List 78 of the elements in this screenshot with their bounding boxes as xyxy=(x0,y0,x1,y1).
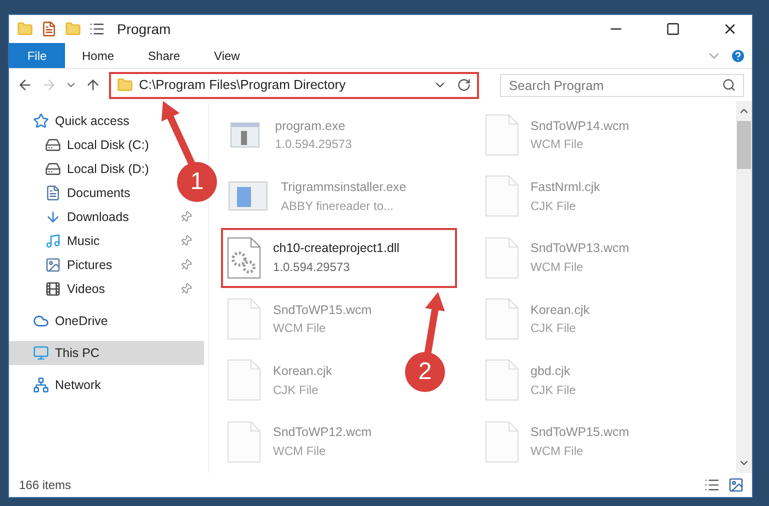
music-note-icon xyxy=(45,233,61,249)
file-name: ch10-createproject1.dll xyxy=(273,240,400,258)
file-name: Korean.cjk xyxy=(273,362,332,380)
ribbon-tab[interactable]: Share xyxy=(131,43,198,68)
ribbon-tab[interactable]: View xyxy=(197,43,257,68)
file-detail: ABBY finereader to... xyxy=(281,198,395,215)
file-name: FastNrml.cjk xyxy=(530,178,600,196)
up-icon[interactable] xyxy=(85,77,101,93)
large-icons-view-icon[interactable] xyxy=(728,477,744,493)
search-icon[interactable] xyxy=(722,78,736,92)
star-icon xyxy=(33,113,49,129)
sidebar-item[interactable]: Music xyxy=(45,232,100,250)
ribbon-tab[interactable]: File xyxy=(9,43,65,68)
file-name: SndToWP15.wcm xyxy=(530,424,630,442)
sidebar-item[interactable]: Videos xyxy=(45,280,105,298)
file-name: Korean.cjk xyxy=(530,302,590,319)
address-bar[interactable]: C:\Program Files\Program Directory xyxy=(109,72,479,98)
blank-file-icon xyxy=(484,236,518,279)
file-detail: CJK File xyxy=(530,382,576,399)
film-icon xyxy=(45,281,61,297)
file-detail: WCM File xyxy=(530,259,584,276)
details-view-icon[interactable] xyxy=(704,477,720,493)
customize-toolbar-icon[interactable] xyxy=(89,21,105,37)
sidebar-item[interactable]: Downloads xyxy=(45,208,129,226)
back-icon[interactable] xyxy=(17,77,33,93)
blank-file-icon xyxy=(227,298,261,340)
sidebar-item[interactable]: Network xyxy=(9,373,105,397)
sidebar-item[interactable]: This PC xyxy=(9,341,204,365)
drive-icon xyxy=(45,161,61,177)
file-name: program.exe xyxy=(275,118,346,135)
sidebar-item[interactable]: Local Disk (D:) xyxy=(45,160,149,178)
refresh-icon[interactable] xyxy=(457,78,471,92)
blank-file-icon xyxy=(484,114,518,156)
file-detail: CJK File xyxy=(273,382,320,399)
sidebar-item[interactable]: Documents xyxy=(45,184,130,202)
file-detail: WCM File xyxy=(273,320,327,338)
ribbon-tab[interactable]: Home xyxy=(65,43,132,68)
window-title: Program xyxy=(117,20,171,39)
file-name: SndToWP14.wcm xyxy=(530,118,630,135)
network-icon xyxy=(33,377,49,393)
blank-file-icon xyxy=(227,420,261,463)
sidebar-item[interactable]: Local Disk (C:) xyxy=(45,136,149,154)
address-path: C:\Program Files\Program Directory xyxy=(139,76,347,94)
file-detail: WCM File xyxy=(273,443,327,460)
monitor-icon xyxy=(33,345,49,361)
file-name: SndToWP12.wcm xyxy=(273,424,372,442)
file-name: SndToWP15.wcm xyxy=(273,302,372,319)
cloud-icon xyxy=(33,313,49,329)
file-detail: CJK File xyxy=(530,320,577,338)
sidebar-item[interactable]: Pictures xyxy=(45,256,112,274)
sidebar-item[interactable]: OneDrive xyxy=(9,309,112,333)
file-detail: 1.0.594.29573 xyxy=(275,136,352,154)
blank-file-icon xyxy=(484,420,518,463)
file-detail: CJK File xyxy=(530,198,577,215)
properties-icon[interactable] xyxy=(41,21,57,37)
file-detail: 1.0.594.29573 xyxy=(273,259,351,276)
gears-file-icon xyxy=(227,236,261,279)
blank-file-icon xyxy=(484,175,518,218)
blank-file-icon xyxy=(227,359,261,402)
folder-icon xyxy=(117,77,133,93)
file-name: SndToWP13.wcm xyxy=(530,240,630,258)
sidebar-item[interactable]: Quick access xyxy=(9,109,134,133)
file-name: Trigrammsinstaller.exe xyxy=(281,178,406,196)
search-field[interactable]: Search Program xyxy=(500,74,744,96)
picture-icon xyxy=(45,257,61,273)
file-detail: WCM File xyxy=(530,136,584,154)
file-tile[interactable]: ch10-createproject1.dll 1.0.594.29573 xyxy=(221,228,457,288)
item-count: 166 items xyxy=(19,477,72,494)
blank-file-icon xyxy=(484,298,518,340)
drive-icon xyxy=(45,137,61,153)
file-name: gbd.cjk xyxy=(530,362,572,380)
scroll-thumb[interactable] xyxy=(737,121,751,169)
scrollbar[interactable] xyxy=(736,101,752,473)
help-icon[interactable] xyxy=(730,48,746,64)
file-detail: WCM File xyxy=(530,443,584,460)
blank-file-icon xyxy=(484,359,518,402)
maximize-icon[interactable] xyxy=(666,22,680,36)
document-icon xyxy=(45,185,61,201)
